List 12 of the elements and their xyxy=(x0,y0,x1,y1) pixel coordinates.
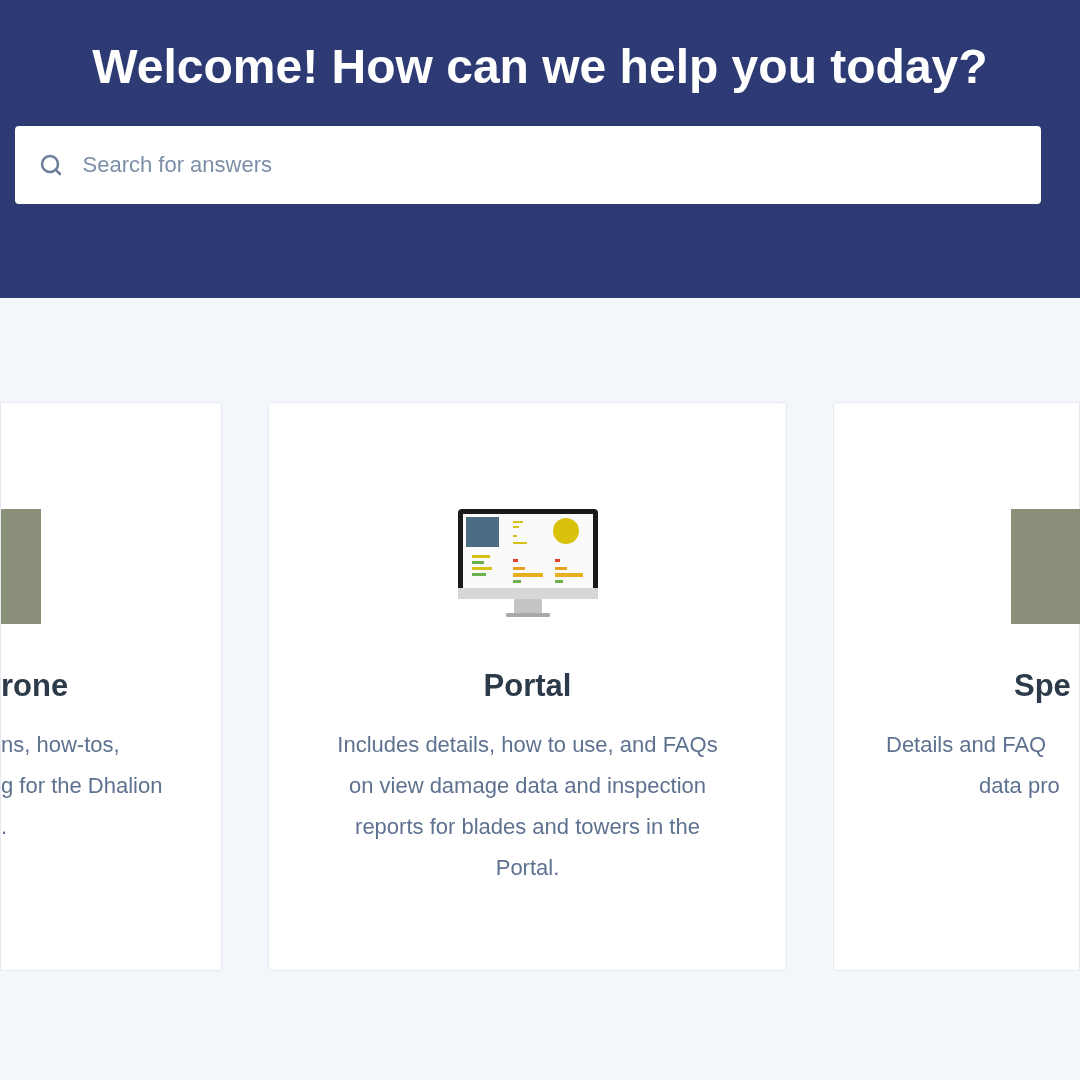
category-card[interactable]: Spe Details and FAQ data pro xyxy=(833,402,1080,971)
card-title: Portal xyxy=(483,668,572,704)
search-field[interactable]: Search for answers xyxy=(14,126,1041,204)
card-title: rone xyxy=(1,668,69,704)
card-description: ns, how-tos, g for the Dhalion . xyxy=(1,731,163,841)
category-card[interactable]: rone ns, how-tos, g for the Dhalion . xyxy=(0,402,222,971)
card-description: Details and FAQ data pro xyxy=(885,731,1060,800)
card-title: Spe xyxy=(1013,668,1071,704)
page-title: Welcome! How can we help you today? xyxy=(92,39,988,95)
search-icon xyxy=(38,153,63,177)
card-description: Includes details, how to use, and FAQs on view damage data and inspection reports for blades and towers in the Portal. xyxy=(336,731,719,882)
category-card[interactable]: Portal Includes details, how to use, and FAQs on view damage data and inspection reports for blades and towers in the Portal. xyxy=(268,402,787,971)
